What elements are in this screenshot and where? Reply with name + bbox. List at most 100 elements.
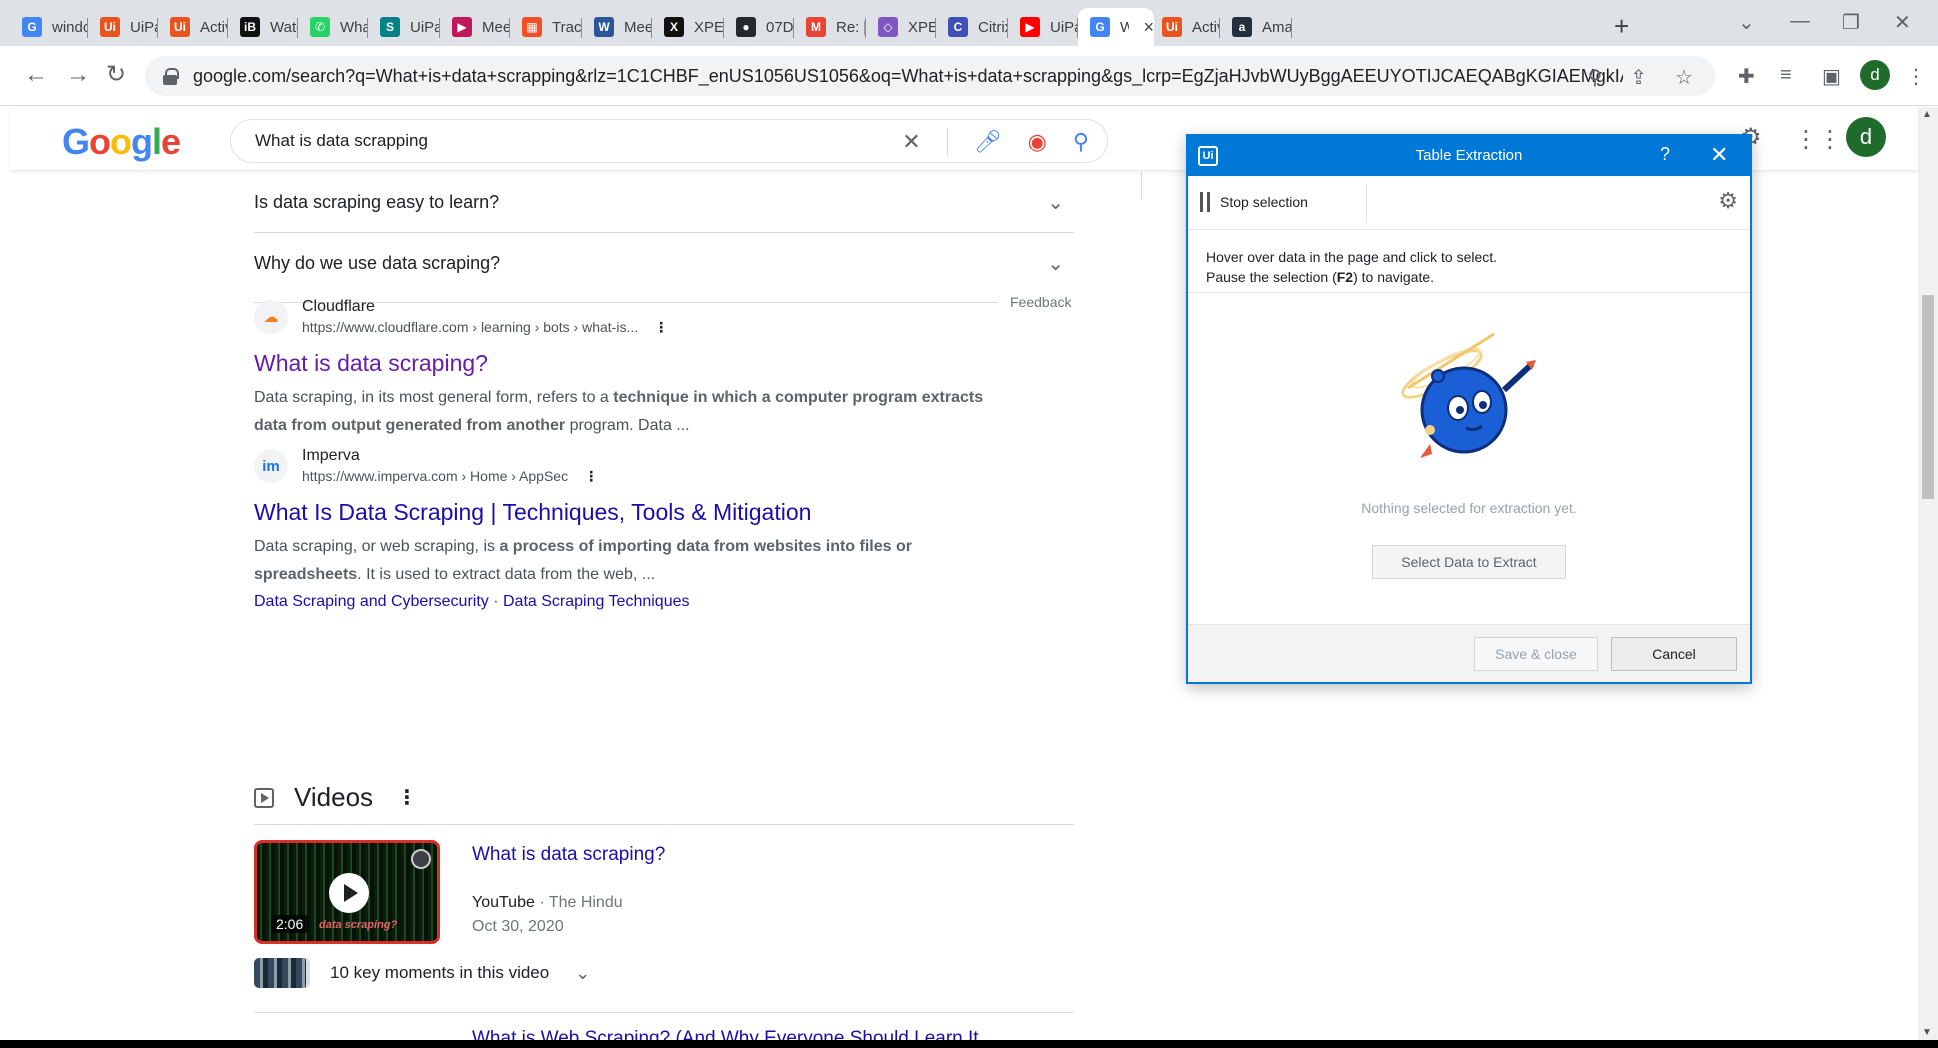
- browser-tab[interactable]: ✆ What: [298, 8, 368, 46]
- close-icon[interactable]: ✕: [1710, 142, 1728, 168]
- tab-title: Re: [v: [836, 18, 866, 36]
- result-title-link[interactable]: What is data scraping?: [254, 348, 1014, 378]
- browser-tab[interactable]: ▶ UiPat: [1008, 8, 1078, 46]
- browser-tab[interactable]: ● 07De: [724, 8, 794, 46]
- play-icon[interactable]: [329, 873, 369, 913]
- search-query: What is data scrapping: [255, 131, 428, 150]
- save-close-button[interactable]: Save & close: [1474, 637, 1598, 671]
- bookmark-star-icon[interactable]: ☆: [1675, 65, 1693, 90]
- browser-tab[interactable]: ▶ Meet: [440, 8, 510, 46]
- key-moments-toggle[interactable]: 10 key moments in this video ⌄: [254, 958, 590, 988]
- video-title-link[interactable]: What is Web Scraping? (And Why Everyone …: [472, 1028, 979, 1040]
- lock-icon[interactable]: [163, 68, 179, 85]
- expand-icon[interactable]: [411, 849, 431, 869]
- ib-icon: iB: [240, 17, 260, 37]
- result-source[interactable]: im Imperva https://www.imperva.com › Hom…: [254, 447, 1014, 485]
- more-options-icon[interactable]: ⋮: [654, 319, 668, 335]
- new-tab-button[interactable]: +: [1614, 12, 1629, 40]
- video-thumbnail[interactable]: data scraping? 2:06: [254, 840, 440, 944]
- whatsapp-icon: ✆: [310, 17, 330, 37]
- uipath-icon: Ui: [170, 17, 190, 37]
- extensions-icon[interactable]: ✚: [1738, 64, 1755, 89]
- taskbar-edge: [0, 1040, 1938, 1048]
- side-panel-icon[interactable]: ▣: [1822, 64, 1841, 89]
- video-title-link[interactable]: What is data scraping?: [472, 844, 665, 866]
- windows-icon: ▦: [522, 17, 542, 37]
- diamond-icon: ◇: [878, 17, 898, 37]
- forward-icon[interactable]: →: [66, 60, 90, 90]
- github-icon: ●: [736, 17, 756, 37]
- google-logo[interactable]: Google: [62, 121, 181, 163]
- divider: [946, 128, 948, 156]
- stop-selection-button[interactable]: Stop selection: [1200, 192, 1308, 212]
- gmail-icon: M: [806, 17, 826, 37]
- tab-title: 07De: [766, 18, 794, 36]
- cancel-button[interactable]: Cancel: [1611, 637, 1737, 671]
- paa-question[interactable]: Is data scraping easy to learn? ⌄: [254, 172, 1074, 233]
- sitelink[interactable]: Data Scraping and Cybersecurity: [254, 593, 489, 610]
- lens-icon[interactable]: ◉: [1028, 129, 1047, 155]
- paa-question[interactable]: Why do we use data scraping? ⌄: [254, 233, 1074, 294]
- address-bar[interactable]: google.com/search?q=What+is+data+scrappi…: [145, 56, 1715, 96]
- browser-tab[interactable]: ◇ XPERI: [866, 8, 936, 46]
- select-data-button[interactable]: Select Data to Extract: [1372, 545, 1566, 579]
- scroll-down-icon[interactable]: ▼: [1922, 1027, 1932, 1038]
- browser-tab[interactable]: ▦ Track: [510, 8, 582, 46]
- profile-avatar[interactable]: d: [1860, 60, 1890, 90]
- result-source[interactable]: ☁ Cloudflare https://www.cloudflare.com …: [254, 298, 1014, 336]
- page-scrollbar[interactable]: ▲ ▼: [1918, 107, 1938, 1040]
- sitelink[interactable]: Data Scraping Techniques: [503, 593, 690, 610]
- scroll-up-icon[interactable]: ▲: [1922, 109, 1932, 120]
- tab-title: Watcl: [270, 18, 298, 36]
- browser-tab[interactable]: C Citrix: [936, 8, 1008, 46]
- share-icon[interactable]: ⇪: [1630, 65, 1647, 90]
- tab-title: Amaz: [1262, 18, 1292, 36]
- table-extraction-dialog: Ui Table Extraction ? ✕ Stop selection ⚙…: [1186, 134, 1752, 684]
- restore-icon[interactable]: ❐: [1842, 10, 1860, 35]
- feedback-link[interactable]: Feedback: [1010, 294, 1071, 310]
- account-avatar[interactable]: d: [1846, 117, 1886, 157]
- browser-tab[interactable]: G W ×: [1078, 8, 1154, 46]
- browser-tab[interactable]: X XPERI: [652, 8, 724, 46]
- search-icon[interactable]: ⚲: [1073, 129, 1089, 155]
- scrollbar-thumb[interactable]: [1922, 295, 1934, 499]
- tab-title: XPERI: [908, 18, 936, 36]
- empty-state-text: Nothing selected for extraction yet.: [1361, 500, 1577, 516]
- back-icon[interactable]: ←: [24, 60, 48, 90]
- result-snippet: Data scraping, or web scraping, is a pro…: [254, 538, 912, 583]
- result-title-link[interactable]: What Is Data Scraping | Techniques, Tool…: [254, 497, 1014, 527]
- browser-tab[interactable]: Gwindo: [10, 8, 88, 46]
- minimize-icon[interactable]: —: [1790, 10, 1810, 33]
- browser-tab[interactable]: W Meet: [582, 8, 652, 46]
- browser-tab[interactable]: S UiPat: [368, 8, 440, 46]
- browser-tab[interactable]: Ui Activi: [158, 8, 228, 46]
- close-window-icon[interactable]: ✕: [1894, 10, 1911, 35]
- tab-title: What: [340, 18, 368, 36]
- video-source: YouTube · The Hindu: [472, 894, 623, 911]
- location-pin-icon[interactable]: ⚲: [1588, 65, 1603, 90]
- chrome-menu-icon[interactable]: ⋮: [1906, 64, 1926, 89]
- word-icon: W: [594, 17, 614, 37]
- search-result: ☁ Cloudflare https://www.cloudflare.com …: [254, 298, 1014, 440]
- help-icon[interactable]: ?: [1660, 144, 1670, 165]
- dialog-titlebar[interactable]: Ui Table Extraction ? ✕: [1188, 136, 1750, 176]
- browser-tab[interactable]: Ui UiPat: [88, 8, 158, 46]
- google-icon: G: [22, 17, 42, 37]
- settings-gear-icon[interactable]: ⚙: [1718, 188, 1738, 214]
- clear-icon[interactable]: ✕: [902, 129, 920, 155]
- uipath-icon: Ui: [1162, 17, 1182, 37]
- search-input[interactable]: What is data scrapping ✕ 🎤︎ ◉ ⚲: [230, 119, 1108, 163]
- reload-icon[interactable]: ↻: [106, 60, 126, 90]
- browser-tab[interactable]: a Amaz: [1220, 8, 1292, 46]
- more-options-icon[interactable]: ⋮: [584, 468, 598, 484]
- tab-search-chevron-icon[interactable]: ⌄: [1738, 10, 1755, 35]
- cloudflare-icon: ☁: [254, 300, 288, 334]
- more-options-icon[interactable]: ⋮: [397, 785, 417, 810]
- media-control-icon[interactable]: ≡: [1780, 64, 1792, 87]
- browser-tab[interactable]: M Re: [v: [794, 8, 866, 46]
- microphone-icon[interactable]: 🎤︎: [974, 129, 1002, 155]
- result-snippet: Data scraping, in its most general form,…: [254, 389, 984, 434]
- browser-tab[interactable]: iB Watcl: [228, 8, 298, 46]
- browser-tab[interactable]: Ui Activi: [1150, 8, 1220, 46]
- videos-heading: Videos ⋮: [254, 782, 417, 813]
